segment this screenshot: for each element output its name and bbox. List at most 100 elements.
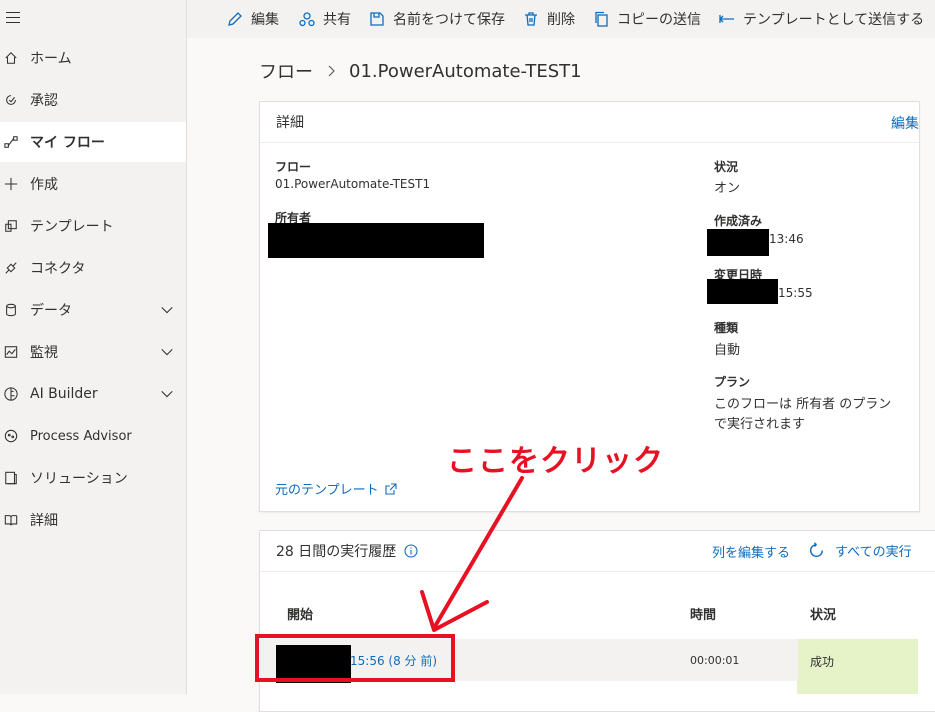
send-template-button-label: テンプレートとして送信する <box>743 12 925 28</box>
run-status-cell: 成功 <box>798 639 918 681</box>
sidebar-item-create[interactable]: 作成 <box>0 164 186 204</box>
delete-button[interactable]: 削除 <box>523 9 575 29</box>
run-duration: 00:00:01 <box>690 654 740 667</box>
send-template-icon <box>719 15 734 23</box>
info-icon[interactable] <box>404 544 418 558</box>
all-runs-link[interactable]: すべての実行 <box>808 541 912 560</box>
status-value: オン <box>714 181 741 196</box>
plan-value-line1: このフローは 所有者 のプラン <box>714 397 892 412</box>
plan-label: プラン <box>714 375 751 389</box>
column-header-start[interactable]: 開始 <box>287 604 313 623</box>
plus-icon <box>4 177 18 191</box>
original-template-link[interactable]: 元のテンプレート <box>275 479 397 498</box>
sidebar-item-connectors[interactable]: コネクタ <box>0 248 186 288</box>
sidebar-item-home[interactable]: ホーム <box>0 38 186 78</box>
owner-redacted <box>268 223 484 258</box>
save-as-button[interactable]: 名前をつけて保存 <box>369 9 505 29</box>
refresh-icon <box>810 542 824 557</box>
sidebar-item-label: テンプレート <box>30 219 114 235</box>
details-title: 詳細 <box>276 115 304 131</box>
chevron-down-icon[interactable] <box>160 303 174 317</box>
sidebar-item-label: 詳細 <box>30 513 58 529</box>
hamburger-menu-icon[interactable] <box>6 12 20 24</box>
send-copy-button[interactable]: コピーの送信 <box>593 9 701 29</box>
sidebar-item-ai-builder[interactable]: AI Builder <box>0 374 186 414</box>
trash-icon <box>525 12 537 26</box>
flow-label: フロー <box>275 160 312 174</box>
breadcrumb-root[interactable]: フロー <box>259 58 313 84</box>
sidebar-item-label: ソリューション <box>30 471 128 487</box>
template-icon <box>5 220 17 232</box>
annotation-text: ここをクリック <box>447 444 664 479</box>
status-label: 状況 <box>714 160 739 174</box>
sidebar-item-process-advisor[interactable]: Process Advisor <box>0 416 186 456</box>
sidebar-item-monitor[interactable]: 監視 <box>0 332 186 372</box>
created-label: 作成済み <box>714 214 763 228</box>
copy-icon <box>595 11 608 27</box>
share-icon <box>299 12 315 27</box>
type-label: 種類 <box>714 321 739 335</box>
sidebar-item-learn[interactable]: 詳細 <box>0 500 186 540</box>
sidebar: ホーム 承認 マイ フロー 作成 テンプレート コネクタ データ 監視 AI B… <box>0 0 187 694</box>
external-link-icon <box>385 482 397 495</box>
type-value: 自動 <box>714 343 741 358</box>
sidebar-item-label: 作成 <box>30 177 58 193</box>
original-template-link-label: 元のテンプレート <box>275 483 379 498</box>
share-button[interactable]: 共有 <box>299 9 351 29</box>
sidebar-item-label: 承認 <box>30 93 58 109</box>
details-edit-link[interactable]: 編集 <box>891 113 919 133</box>
sidebar-item-data[interactable]: データ <box>0 290 186 330</box>
send-template-button[interactable]: テンプレートとして送信する <box>719 9 924 29</box>
chevron-down-icon[interactable] <box>160 345 174 359</box>
run-history-title: 28 日間の実行履歴 <box>276 544 397 560</box>
flow-value: 01.PowerAutomate-TEST1 <box>275 177 431 191</box>
annotation-highlight-box <box>255 634 455 682</box>
share-button-label: 共有 <box>323 12 351 28</box>
chevron-down-icon[interactable] <box>160 387 174 401</box>
home-icon <box>5 52 17 64</box>
modified-date-redacted <box>707 279 778 304</box>
breadcrumb: フロー 01.PowerAutomate-TEST1 <box>259 58 582 84</box>
details-card-header: 詳細 編集 <box>260 102 919 143</box>
send-copy-button-label: コピーの送信 <box>617 12 701 28</box>
created-date-redacted <box>707 229 769 256</box>
edit-button[interactable]: 編集 <box>227 9 279 29</box>
sidebar-item-solutions[interactable]: ソリューション <box>0 458 186 498</box>
column-header-status[interactable]: 状況 <box>810 604 836 623</box>
solution-icon <box>5 471 17 485</box>
save-as-button-label: 名前をつけて保存 <box>393 12 505 28</box>
plan-value-line2: で実行されます <box>714 417 806 432</box>
all-runs-label: すべての実行 <box>835 545 912 560</box>
ai-builder-icon <box>4 387 18 401</box>
sidebar-item-my-flows[interactable]: マイ フロー <box>0 122 186 162</box>
sidebar-item-label: Process Advisor <box>30 428 132 444</box>
modified-time: 15:55 <box>778 286 813 300</box>
sidebar-item-label: ホーム <box>30 51 72 67</box>
book-icon <box>4 515 18 526</box>
monitor-icon <box>4 346 18 358</box>
pencil-icon <box>228 12 242 26</box>
sidebar-item-templates[interactable]: テンプレート <box>0 206 186 246</box>
sidebar-item-label: マイ フロー <box>30 135 105 151</box>
data-icon <box>6 303 16 317</box>
next-row-status-cell <box>797 681 918 694</box>
flow-icon <box>4 136 18 148</box>
chevron-right-icon <box>328 65 335 77</box>
created-time: 13:46 <box>769 232 804 246</box>
save-as-icon <box>370 12 384 26</box>
run-status: 成功 <box>810 655 835 669</box>
approvals-icon <box>6 95 16 105</box>
delete-button-label: 削除 <box>547 12 575 28</box>
command-bar: 編集 共有 名前をつけて保存 削除 コピーの送信 テンプレートとして送信する <box>187 0 935 38</box>
column-header-duration[interactable]: 時間 <box>690 604 716 623</box>
sidebar-item-label: データ <box>30 303 72 319</box>
process-advisor-icon <box>4 429 18 443</box>
sidebar-item-label: AI Builder <box>30 386 98 402</box>
sidebar-item-label: コネクタ <box>30 261 86 277</box>
connector-icon <box>5 262 17 274</box>
sidebar-item-approvals[interactable]: 承認 <box>0 80 186 120</box>
edit-columns-link[interactable]: 列を編集する <box>712 542 790 561</box>
sidebar-item-label: 監視 <box>30 345 58 361</box>
edit-button-label: 編集 <box>251 12 279 28</box>
breadcrumb-current: 01.PowerAutomate-TEST1 <box>349 60 582 82</box>
